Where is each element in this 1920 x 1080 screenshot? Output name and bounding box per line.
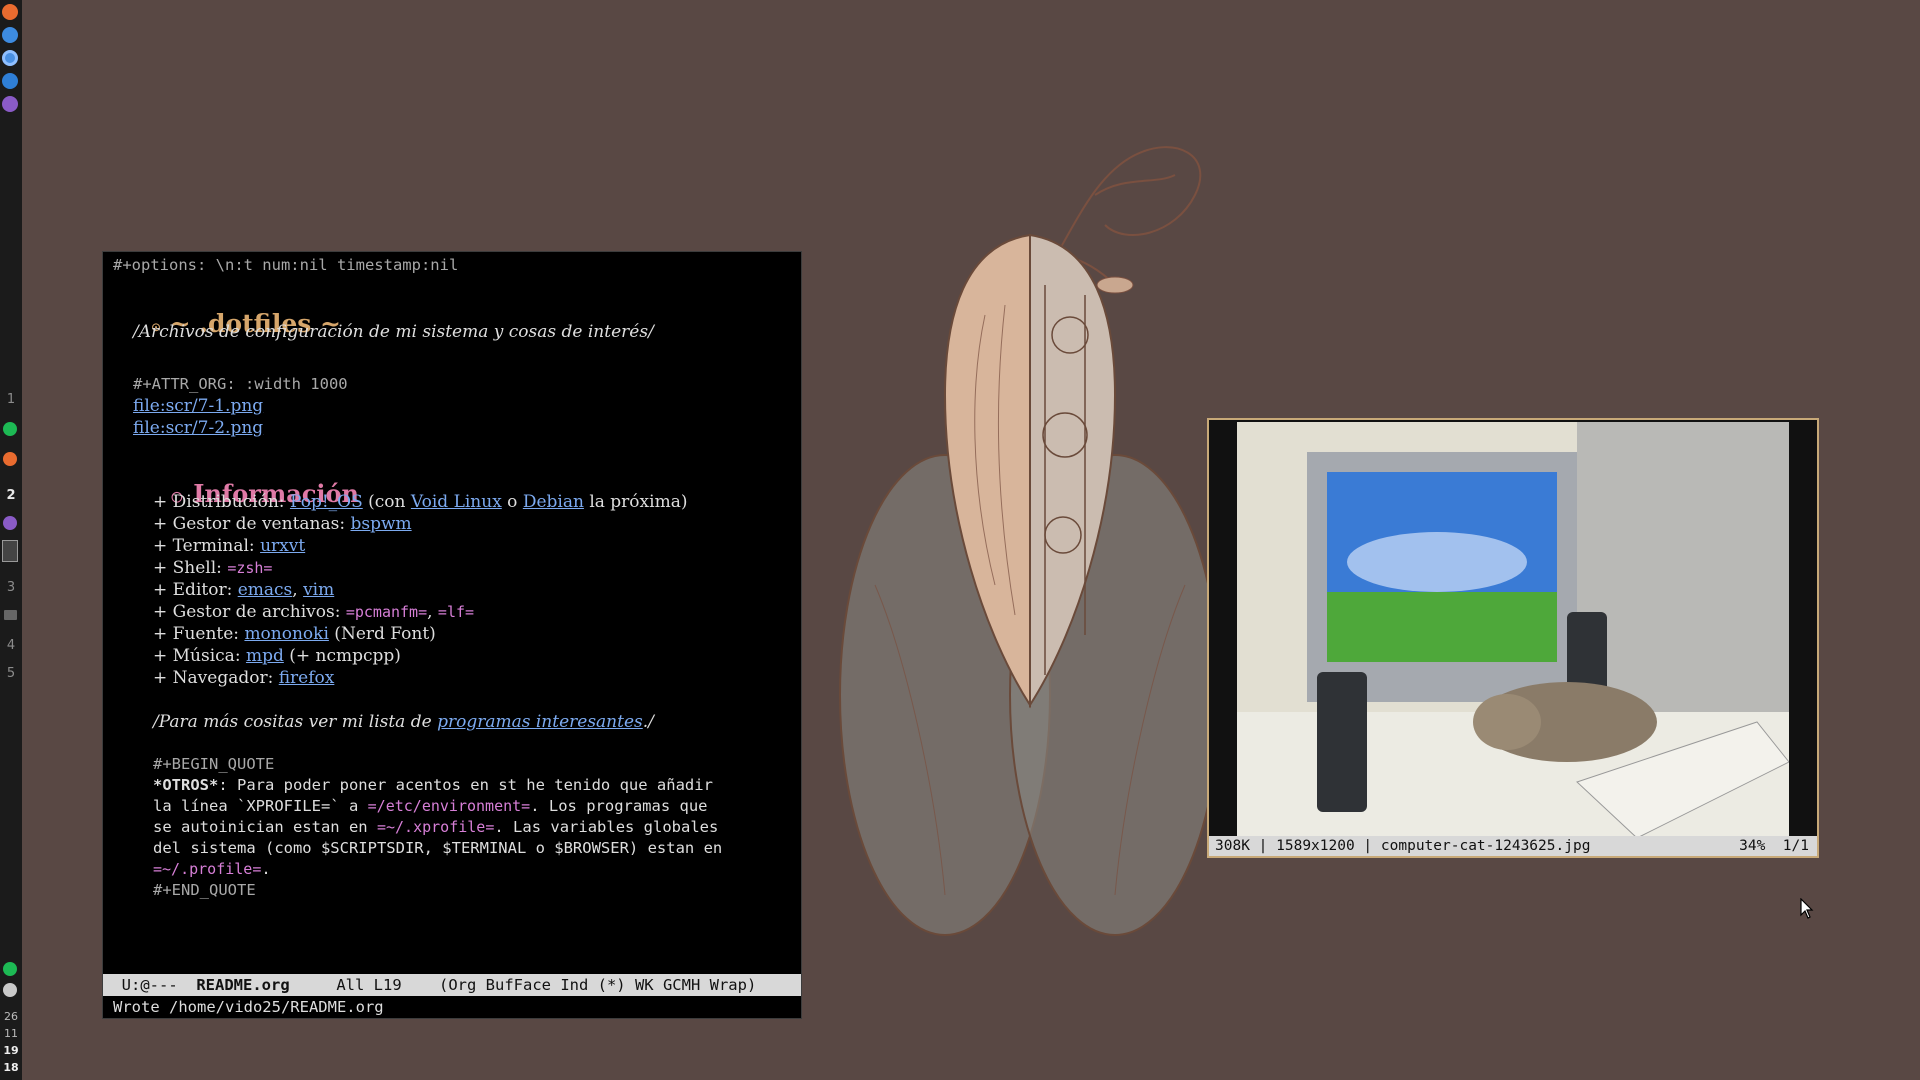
link-void-linux[interactable]: Void Linux <box>411 492 502 512</box>
firefox-icon[interactable] <box>3 452 17 466</box>
emacs-icon[interactable] <box>2 96 18 112</box>
quote-line-4: del sistema (como $SCRIPTSDIR, $TERMINAL… <box>153 839 723 857</box>
wallpaper-cicada-illustration <box>839 146 1221 936</box>
modeline-state: U:@--- <box>121 976 178 994</box>
emacs-window[interactable]: #+options: \n:t num:nil timestamp:nil ⊙ … <box>102 251 802 1019</box>
status-file-info: 308K | 1589x1200 | computer-cat-1243625.… <box>1215 838 1591 854</box>
file-link-2[interactable]: file:scr/7-2.png <box>133 418 263 438</box>
chromium-icon[interactable] <box>2 50 18 66</box>
modeline-modes[interactable]: (Org BufFace Ind (*) WK GCMH Wrap) <box>439 976 756 994</box>
computer-cat-photo <box>1237 422 1789 838</box>
org-options-line: #+options: \n:t num:nil timestamp:nil <box>113 256 459 274</box>
viewer-status-bar: 308K | 1589x1200 | computer-cat-1243625.… <box>1209 836 1817 856</box>
quote-end: #+END_QUOTE <box>153 881 256 899</box>
emacs-modeline[interactable]: U:@--- README.org All L19 (Org BufFace I… <box>103 974 801 996</box>
modeline-position: All L19 <box>336 976 402 994</box>
spotify-icon[interactable] <box>3 962 17 976</box>
left-panel-bar: 1 2 3 4 5 26 11 19 18 <box>0 0 22 1080</box>
link-vim[interactable]: vim <box>303 580 334 600</box>
workspace-2[interactable]: 2 <box>0 488 22 503</box>
list-item-editor: + Editor: emacs, vim <box>153 580 335 600</box>
list-item-music: + Música: mpd (+ ncmpcpp) <box>153 646 401 666</box>
mouse-cursor-icon <box>1800 898 1814 919</box>
thunderbird-icon[interactable] <box>2 73 18 89</box>
link-firefox[interactable]: firefox <box>279 668 335 688</box>
link-bspwm[interactable]: bspwm <box>350 514 411 534</box>
clock-minute: 18 <box>3 1061 19 1074</box>
modeline-buffer-name[interactable]: README.org <box>196 976 289 994</box>
link-debian[interactable]: Debian <box>523 492 584 512</box>
workspace-3[interactable]: 3 <box>0 580 22 595</box>
quote-line-1: *OTROS*: Para poder poner acentos en st … <box>153 776 713 794</box>
firefox-icon[interactable] <box>2 4 18 20</box>
echo-area: Wrote /home/vido25/README.org <box>113 998 384 1016</box>
status-zoom-index: 34% 1/1 <box>1739 836 1809 856</box>
network-icon[interactable] <box>2 27 18 43</box>
list-item-distro: + Distribución: Pop!_OS (con Void Linux … <box>153 492 688 512</box>
image-viewer-window[interactable]: 308K | 1589x1200 | computer-cat-1243625.… <box>1207 418 1819 858</box>
image-index: 1/1 <box>1782 838 1809 854</box>
folder-icon[interactable] <box>4 610 17 620</box>
more-programs-line: /Para más cositas ver mi lista de progra… <box>153 712 654 732</box>
zoom-level: 34% <box>1739 838 1766 854</box>
clock-month: 11 <box>4 1027 18 1040</box>
attr-org-line: #+ATTR_ORG: :width 1000 <box>133 375 348 393</box>
list-item-wm: + Gestor de ventanas: bspwm <box>153 514 412 534</box>
workspace-1[interactable]: 1 <box>0 392 22 407</box>
list-item-browser: + Navegador: firefox <box>153 668 335 688</box>
link-programas-interesantes[interactable]: programas interesantes <box>437 712 643 732</box>
list-item-terminal: + Terminal: urxvt <box>153 536 306 556</box>
list-item-shell: + Shell: =zsh= <box>153 558 273 578</box>
quote-line-5: =~/.profile=. <box>153 860 271 878</box>
quote-line-2: la línea `XPROFILE=` a =/etc/environment… <box>153 797 708 815</box>
link-mononoki[interactable]: mononoki <box>244 624 328 644</box>
subtitle: /Archivos de configuración de mi sistema… <box>133 322 654 342</box>
quote-begin: #+BEGIN_QUOTE <box>153 755 275 773</box>
window-thumbnail-icon[interactable] <box>2 540 18 562</box>
workspace-5[interactable]: 5 <box>0 666 22 681</box>
quote-line-3: se autoinician estan en =~/.xprofile=. L… <box>153 818 719 836</box>
link-urxvt[interactable]: urxvt <box>260 536 305 556</box>
emacs-icon[interactable] <box>3 516 17 530</box>
link-popos[interactable]: Pop!_OS <box>290 492 363 512</box>
workspace-4[interactable]: 4 <box>0 638 22 653</box>
link-mpd[interactable]: mpd <box>246 646 284 666</box>
file-link-1[interactable]: file:scr/7-1.png <box>133 396 263 416</box>
list-item-file-manager: + Gestor de archivos: =pcmanfm=, =lf= <box>153 602 475 622</box>
spotify-icon[interactable] <box>3 422 17 436</box>
steam-icon[interactable] <box>3 983 17 997</box>
clock-hour: 19 <box>3 1044 19 1057</box>
link-emacs[interactable]: emacs <box>238 580 293 600</box>
list-item-font: + Fuente: mononoki (Nerd Font) <box>153 624 436 644</box>
clock-day: 26 <box>4 1010 18 1023</box>
